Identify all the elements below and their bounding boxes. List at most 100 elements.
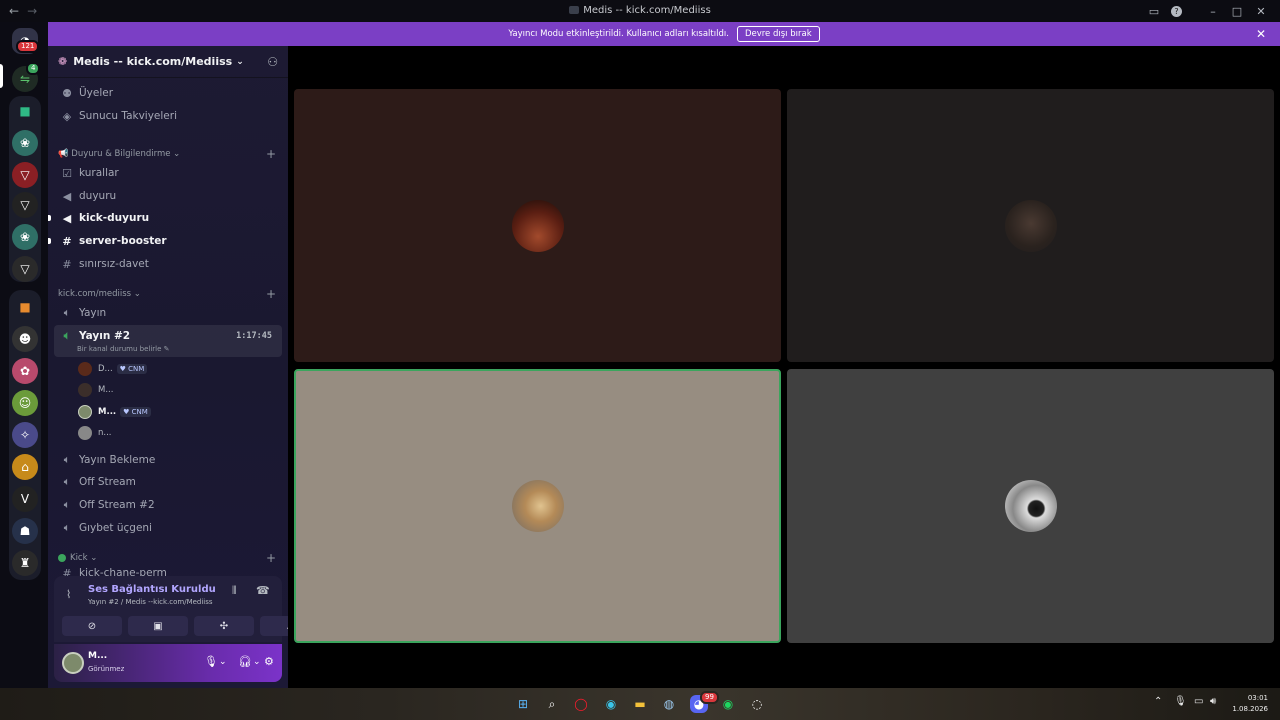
participant-tile[interactable] — [294, 89, 781, 362]
server-icon-11[interactable]: V — [12, 486, 38, 512]
noise-suppression-icon[interactable]: ⫴ — [232, 584, 237, 598]
user-panel: M... Görünmez 🎙︎ ⌄ 🎧︎ ⌄ ⚙ — [54, 644, 282, 682]
opera-icon[interactable]: ◯ — [572, 695, 590, 713]
close-icon[interactable]: ✕ — [1256, 27, 1266, 41]
server-icon-13[interactable]: ♜ — [12, 550, 38, 576]
windows-taskbar: ⊞ ⌕ ◯ ◉ ▬ ◍ ◕ 99 ◉ ◌ ⌃ 🎙︎ ▭ 🔊︎ 03:01 1.0… — [0, 688, 1280, 720]
settings-gear-icon[interactable]: ⚙ — [264, 655, 274, 668]
steam-icon[interactable]: ◍ — [660, 695, 678, 713]
window-title: Medis -- kick.com/Mediiss — [0, 5, 1280, 16]
server-icon-6[interactable]: ☻ — [12, 326, 38, 352]
boost-icon: ◈ — [62, 109, 72, 123]
rules-icon: ☑ — [62, 166, 72, 180]
add-channel-icon[interactable]: + — [266, 147, 276, 161]
participant-avatar — [1004, 199, 1057, 252]
voice-status[interactable]: Ses Bağlantısı Kuruldu — [88, 584, 216, 595]
server-icon-4[interactable]: ❀ — [12, 224, 38, 250]
search-icon[interactable]: ⌕ — [543, 695, 561, 713]
channel-giybet-ucgeni[interactable]: 🔈︎ Gıybet üçgeni — [58, 518, 282, 538]
category-announcements[interactable]: 📢 Duyuru & Bilgilendirme ⌄ + — [58, 147, 282, 161]
participant-tile[interactable] — [787, 369, 1274, 643]
spotify-icon[interactable]: ◉ — [719, 695, 737, 713]
maximize-icon[interactable]: □ — [1230, 4, 1244, 18]
members-icon: ⚉ — [62, 86, 72, 100]
add-channel-icon[interactable]: + — [266, 551, 276, 565]
channel-yayin-bekleme[interactable]: 🔈︎ Yayın Bekleme — [58, 450, 282, 470]
channel-duyuru[interactable]: ◀ duyuru — [58, 186, 282, 206]
back-arrow-icon[interactable]: ← — [9, 4, 19, 18]
avatar — [78, 383, 92, 397]
server-icon-3[interactable]: ▽ — [12, 192, 38, 218]
server-icon-5[interactable]: ▽ — [12, 256, 38, 282]
unread-indicator — [48, 215, 51, 221]
server-name: Medis -- kick.com/Mediiss — [73, 55, 233, 68]
server-icon — [569, 6, 580, 14]
nav-buttons: ← → — [0, 4, 37, 18]
voice-user[interactable]: M... ♥ CNM — [78, 403, 151, 421]
user-name[interactable]: M... — [88, 651, 107, 661]
add-channel-icon[interactable]: + — [266, 287, 276, 301]
headphones-icon[interactable]: 🎧︎ — [238, 655, 252, 668]
camera-off-icon: ⊘ — [87, 620, 97, 632]
voice-channel-path[interactable]: Yayın #2 / Medis --kick.com/Mediiss — [88, 598, 213, 606]
screen-share-button[interactable]: ▣ — [128, 616, 188, 636]
disconnect-icon[interactable]: ☎ — [256, 584, 270, 597]
clock-time: 03:01 — [1247, 694, 1268, 702]
inbox-icon[interactable]: ▭ — [1147, 4, 1161, 18]
activities-button[interactable]: ✣ — [194, 616, 254, 636]
category-kick[interactable]: kick.com/mediiss ⌄ + — [58, 287, 282, 301]
voice-user[interactable]: D... ♥ CNM — [78, 360, 148, 378]
minimize-icon[interactable]: – — [1206, 4, 1220, 18]
channel-off-stream-2[interactable]: 🔈︎ Off Stream #2 — [58, 495, 282, 515]
boosts-item[interactable]: ◈ Sunucu Takviyeleri — [58, 106, 282, 126]
server-icon-10[interactable]: ⌂ — [12, 454, 38, 480]
server-icon-9[interactable]: ✧ — [12, 422, 38, 448]
network-icon[interactable]: ▭ — [1194, 696, 1203, 707]
microphone-icon[interactable]: 🎙︎ — [1174, 696, 1187, 707]
microphone-icon[interactable]: 🎙︎ — [204, 655, 218, 668]
members-item[interactable]: ⚉ Üyeler — [58, 83, 282, 103]
channel-off-stream[interactable]: 🔈︎ Off Stream — [58, 472, 282, 492]
forward-arrow-icon[interactable]: → — [27, 4, 37, 18]
app-icon[interactable]: ◌ — [748, 695, 766, 713]
server-icon-12[interactable]: ☗ — [12, 518, 38, 544]
start-windows-icon[interactable]: ⊞ — [514, 695, 532, 713]
channel-kurallar[interactable]: ☑ kurallar — [58, 163, 282, 183]
server-icon-1[interactable]: ❀ — [12, 130, 38, 156]
disable-streamer-button[interactable]: Devre dışı bırak — [736, 26, 820, 42]
speaker-icon: 🔈︎ — [63, 306, 71, 319]
server-icon-7[interactable]: ✿ — [12, 358, 38, 384]
close-window-icon[interactable]: ✕ — [1254, 4, 1268, 18]
participant-tile[interactable] — [787, 89, 1274, 362]
file-explorer-icon[interactable]: ▬ — [631, 695, 649, 713]
folder-icon[interactable]: ■ — [12, 98, 38, 124]
camera-off-button[interactable]: ⊘ — [62, 616, 122, 636]
participant-tile-speaking[interactable] — [294, 369, 781, 643]
user-avatar[interactable] — [62, 652, 84, 674]
channel-sinirsiz-davet[interactable]: # sınırsız-davet — [58, 254, 282, 274]
server-icon-2[interactable]: ▽ — [12, 162, 38, 188]
streamer-mode-banner: Yayıncı Modu etkinleştirildi. Kullanıcı … — [48, 22, 1280, 46]
screen-share-icon: ▣ — [153, 620, 163, 632]
channel-kick-duyuru[interactable]: ◀ kick-duyuru — [48, 208, 282, 228]
server-icon-8[interactable]: ☺ — [12, 390, 38, 416]
channel-status[interactable]: Bir kanal durumu belirle ✎ — [77, 345, 170, 353]
clock[interactable]: 03:01 1.08.2026 — [1232, 693, 1268, 715]
server-header[interactable]: ❁ Medis -- kick.com/Mediiss ⌄ ⚇ — [48, 46, 288, 78]
voice-user[interactable]: M... — [78, 381, 113, 399]
voice-connection-panel: ⌇ Ses Bağlantısı Kuruldu Yayın #2 / Medi… — [54, 576, 320, 642]
help-icon[interactable]: ? — [1171, 5, 1182, 17]
volume-icon[interactable]: 🔊︎ — [1210, 696, 1216, 707]
channel-server-booster[interactable]: # server-booster — [48, 231, 282, 251]
role-tag: ♥ CNM — [120, 407, 151, 417]
chevron-down-icon[interactable]: ⌄ — [253, 657, 261, 667]
invite-icon[interactable]: ⚇ — [267, 55, 278, 69]
voice-user[interactable]: n... — [78, 424, 112, 442]
folder-icon-2[interactable]: ■ — [12, 294, 38, 320]
edge-icon[interactable]: ◉ — [602, 695, 620, 713]
channel-yayin[interactable]: 🔈︎ Yayın — [58, 303, 282, 323]
chevron-up-icon[interactable]: ⌃ — [1154, 696, 1162, 707]
chevron-down-icon[interactable]: ⌄ — [219, 657, 227, 667]
category-kick-2[interactable]: Kick ⌄ + — [58, 551, 282, 565]
channel-yayin-2[interactable]: 🔈︎ Yayın #2 1:17:45 — [58, 326, 282, 346]
